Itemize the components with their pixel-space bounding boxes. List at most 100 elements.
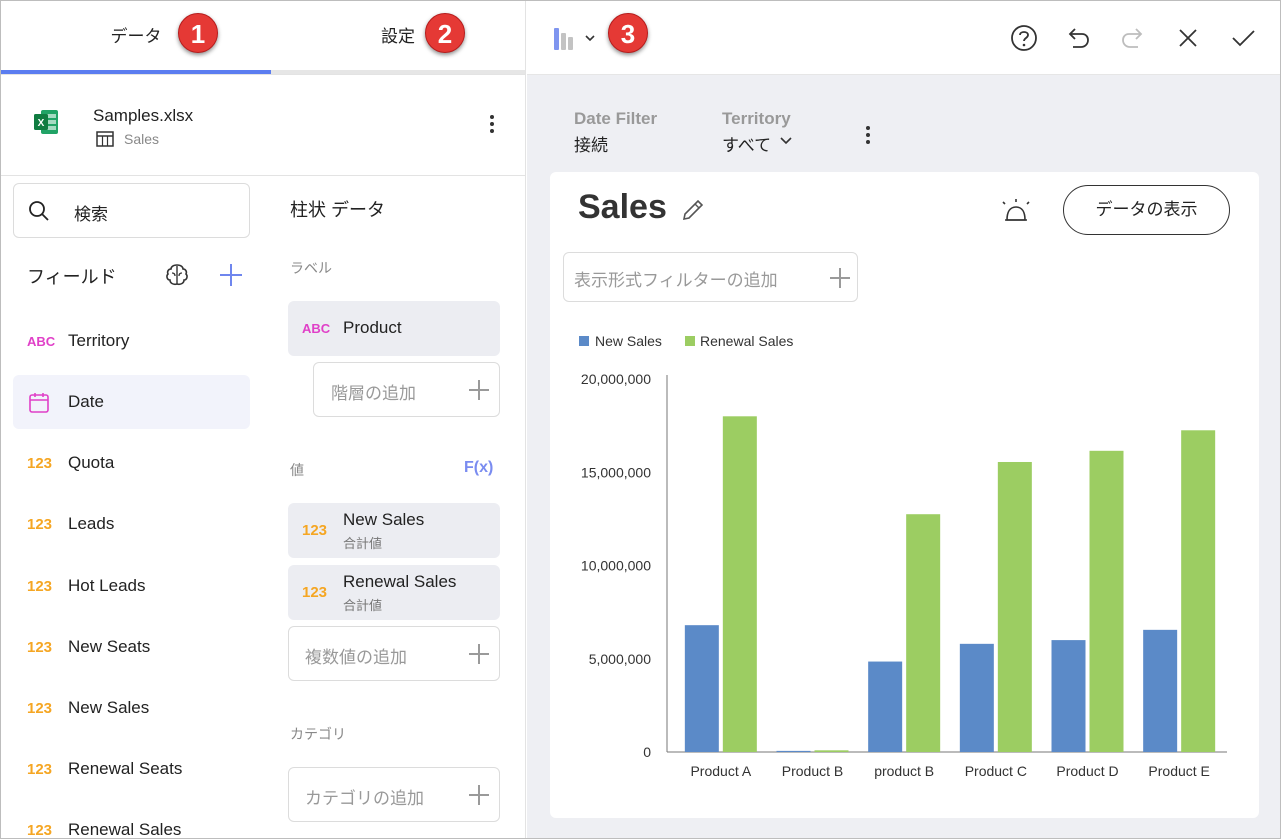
number-type-icon: 123 — [302, 522, 328, 539]
inactive-tab-indicator — [271, 70, 525, 74]
plus-icon — [830, 268, 850, 288]
add-category-button[interactable]: カテゴリの追加 — [288, 767, 500, 822]
active-tab-indicator — [1, 70, 271, 74]
callout-badge-2: 2 — [425, 13, 465, 53]
chip-name: New Sales — [343, 510, 425, 529]
territory-filter-value[interactable]: すべて — [722, 131, 771, 156]
field-item-quota[interactable]: 123 Quota — [13, 436, 250, 490]
plus-icon — [469, 380, 489, 400]
field-name: Quota — [68, 453, 115, 472]
date-filter-value[interactable]: 接続 — [574, 131, 608, 156]
legend-label-renewal-sales: Renewal Sales — [700, 333, 794, 349]
add-hierarchy-label: 階層の追加 — [331, 384, 416, 403]
sales-bar-chart: 20,000,000 15,000,000 10,000,000 5,000,000 0… — [581, 371, 1227, 779]
bar-new-sales[interactable] — [1143, 629, 1178, 752]
category-section-heading: カテゴリ — [290, 726, 346, 742]
field-item-new-seats[interactable]: 123 New Seats — [13, 620, 250, 674]
number-type-icon: 123 — [27, 761, 53, 778]
bar-renewal-sales[interactable] — [997, 461, 1032, 752]
field-name: New Seats — [68, 637, 151, 656]
source-more-icon[interactable] — [489, 114, 495, 134]
field-name: Renewal Sales — [68, 820, 182, 839]
confirm-check-icon[interactable] — [1228, 23, 1258, 53]
plus-icon — [469, 644, 489, 664]
add-values-button[interactable]: 複数値の追加 — [288, 626, 500, 681]
source-file-name: Samples.xlsx — [93, 106, 194, 125]
x-tick-label: Product D — [1056, 763, 1118, 779]
add-visual-filter-label: 表示形式フィルターの追加 — [574, 271, 778, 290]
y-tick-label: 20,000,000 — [581, 371, 651, 387]
text-type-icon: ABC — [302, 321, 331, 336]
chevron-down-icon[interactable] — [779, 136, 793, 146]
field-name: Leads — [68, 514, 115, 533]
legend-label-new-sales: New Sales — [595, 333, 662, 349]
help-icon[interactable] — [1009, 23, 1039, 53]
x-tick-label: Product A — [690, 763, 751, 779]
chart-type-picker-icon[interactable] — [553, 25, 597, 53]
chip-name: Product — [343, 318, 402, 337]
bar-renewal-sales[interactable] — [1181, 430, 1216, 752]
number-type-icon: 123 — [27, 455, 53, 472]
data-editor-panel: データ 設定 1 2 X Samples.xlsx Sales 検索 フィールド… — [1, 1, 526, 839]
field-item-hot-leads[interactable]: 123 Hot Leads — [13, 559, 250, 613]
x-tick-label: Product C — [965, 763, 1027, 779]
chip-aggregation: 合計値 — [343, 598, 383, 613]
plus-icon — [469, 785, 489, 805]
redo-icon[interactable] — [1118, 23, 1148, 53]
add-values-label: 複数値の追加 — [305, 648, 407, 667]
label-chip-product[interactable]: ABC Product — [288, 301, 500, 356]
number-type-icon: 123 — [27, 516, 53, 533]
visualization-title[interactable]: Sales — [578, 188, 667, 227]
tab-data[interactable]: データ — [1, 1, 271, 75]
bar-new-sales[interactable] — [959, 643, 994, 752]
y-tick-label: 15,000,000 — [581, 464, 651, 480]
field-item-date[interactable]: Date — [13, 375, 250, 429]
y-tick-label: 10,000,000 — [581, 558, 651, 574]
show-data-button[interactable]: データの表示 — [1063, 185, 1230, 235]
field-name: Date — [68, 392, 104, 411]
alert-bell-icon[interactable] — [1000, 196, 1032, 226]
source-sheet-name: Sales — [124, 131, 160, 147]
field-item-new-sales[interactable]: 123 New Sales — [13, 681, 250, 735]
number-type-icon: 123 — [27, 639, 53, 656]
search-input[interactable]: 検索 — [74, 200, 108, 225]
value-chip-renewal-sales[interactable]: 123 Renewal Sales 合計値 — [288, 565, 500, 620]
visualization-config-title: 柱状 データ — [290, 200, 386, 220]
add-field-icon[interactable] — [219, 263, 243, 287]
add-hierarchy-button[interactable]: 階層の追加 — [313, 362, 500, 417]
number-type-icon: 123 — [27, 578, 53, 595]
bar-renewal-sales[interactable] — [1089, 450, 1124, 752]
bar-new-sales[interactable] — [684, 625, 719, 752]
date-filter-label: Date Filter — [574, 109, 658, 128]
field-name: New Sales — [68, 698, 150, 717]
table-sheet-icon — [96, 131, 114, 147]
fields-heading: フィールド — [27, 267, 117, 287]
bar-new-sales[interactable] — [868, 661, 903, 752]
edit-pencil-icon[interactable] — [680, 197, 706, 223]
bar-renewal-sales[interactable] — [906, 514, 941, 752]
brain-icon[interactable] — [164, 262, 190, 288]
tab-settings[interactable]: 設定 — [271, 1, 525, 75]
formula-button[interactable]: F(x) — [464, 459, 493, 477]
app-window: データ 設定 1 2 X Samples.xlsx Sales 検索 フィールド… — [0, 0, 1281, 839]
bar-new-sales[interactable] — [1051, 640, 1086, 752]
undo-icon[interactable] — [1063, 23, 1093, 53]
territory-filter-label: Territory — [722, 109, 791, 128]
bar-renewal-sales[interactable] — [722, 416, 757, 752]
bar-new-sales[interactable] — [776, 750, 811, 752]
filters-more-icon[interactable] — [865, 125, 871, 145]
field-item-renewal-sales[interactable]: 123 Renewal Sales — [13, 803, 250, 839]
svg-text:X: X — [38, 118, 45, 129]
field-item-renewal-seats[interactable]: 123 Renewal Seats — [13, 742, 250, 796]
value-chip-new-sales[interactable]: 123 New Sales 合計値 — [288, 503, 500, 558]
text-type-icon: ABC — [27, 334, 56, 349]
add-category-label: カテゴリの追加 — [305, 789, 424, 808]
close-icon[interactable] — [1173, 23, 1203, 53]
field-item-territory[interactable]: ABC Territory — [13, 314, 250, 368]
field-item-leads[interactable]: 123 Leads — [13, 497, 250, 551]
bar-renewal-sales[interactable] — [814, 750, 849, 752]
excel-file-icon: X — [34, 110, 58, 134]
x-tick-label: Product B — [782, 763, 843, 779]
add-visual-filter-button[interactable]: 表示形式フィルターの追加 — [563, 252, 858, 302]
label-section-heading: ラベル — [290, 260, 332, 276]
